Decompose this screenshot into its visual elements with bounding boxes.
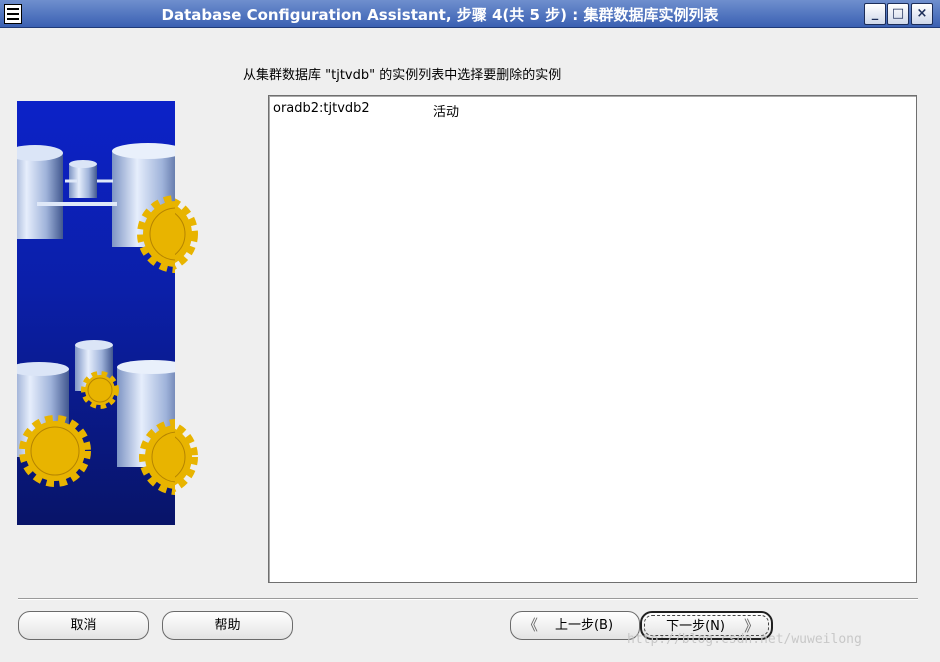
instance-list[interactable]: oradb2:tjtvdb2 活动 [268,95,917,583]
cancel-button[interactable]: 取消 [18,611,149,640]
back-button[interactable]: 《 上一步(B) [510,611,640,640]
gear-icon [120,195,198,495]
back-button-label: 上一步(B) [554,618,614,633]
chevron-left-icon: 《 [523,616,539,634]
minimize-button[interactable]: _ [864,3,886,25]
instance-status: 活动 [433,105,460,120]
window-title: Database Configuration Assistant, 步骤 4(共… [161,6,719,24]
help-button[interactable]: 帮助 [162,611,293,640]
instruction-label: 从集群数据库 "tjtvdb" 的实例列表中选择要删除的实例 [243,68,562,83]
database-cluster-icon [17,143,175,495]
title-bar[interactable]: Database Configuration Assistant, 步骤 4(共… [0,0,940,28]
wizard-illustration [17,101,175,525]
maximize-button[interactable]: □ [887,3,909,25]
close-button[interactable]: × [911,3,933,25]
instance-name: oradb2:tjtvdb2 [273,101,370,116]
list-item[interactable]: oradb2:tjtvdb2 活动 [273,101,459,120]
watermark: http://blog.csdn.net/wuweilong [627,632,862,647]
divider [18,598,918,600]
gear-overflow [120,101,230,525]
